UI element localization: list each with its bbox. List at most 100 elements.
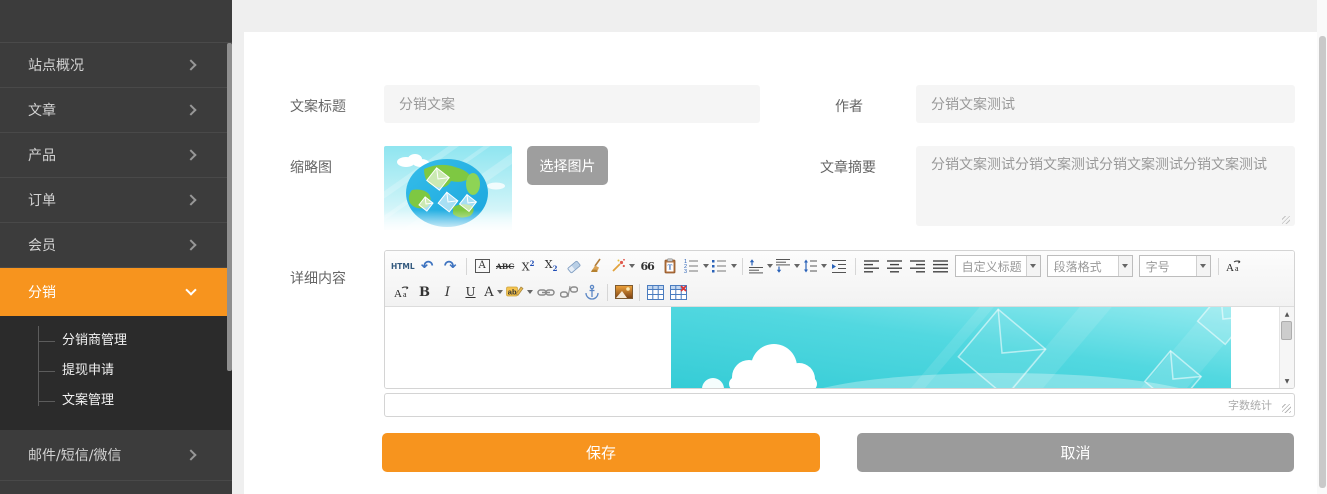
line-height-icon[interactable] [802, 255, 827, 277]
toolbar-separator [855, 258, 856, 275]
custom-title-select-label: 自定义标题 [956, 258, 1026, 275]
highlight-icon[interactable]: ab [506, 281, 533, 303]
strikethrough-icon[interactable]: ABC [495, 255, 516, 277]
bold-icon[interactable]: B [414, 281, 435, 303]
subscript-icon[interactable]: X2 [541, 255, 562, 277]
custom-title-select[interactable]: 自定义标题 [955, 255, 1041, 277]
editor-scrollbar[interactable]: ▲ ▼ [1279, 307, 1294, 388]
toolbar-separator [466, 258, 467, 275]
cancel-button[interactable]: 取消 [857, 433, 1294, 472]
letter-case-2-icon[interactable]: Aa [391, 281, 412, 303]
chevron-down-icon [794, 264, 800, 268]
undo-icon[interactable]: ↶ [417, 255, 438, 277]
sidebar-scrollbar-thumb[interactable] [227, 43, 232, 371]
summary-textarea[interactable]: 分销文案测试分销文案测试分销文案测试分销文案测试 [916, 146, 1295, 226]
toolbar-row-2: AaBIUAab [390, 279, 1289, 305]
sidebar-item-articles[interactable]: 文章 [0, 88, 232, 133]
chevron-right-icon [185, 449, 196, 460]
svg-text:T: T [668, 264, 673, 272]
paste-text-icon[interactable]: T [660, 255, 681, 277]
underline-icon[interactable]: U [460, 281, 481, 303]
paragraph-space-top-icon[interactable] [748, 255, 773, 277]
sidebar-submenu: 分销商管理提现申请文案管理 [0, 316, 232, 430]
svg-text:A: A [394, 288, 402, 300]
content-banner-image [671, 307, 1231, 388]
align-right-icon[interactable] [907, 255, 928, 277]
paragraph-space-bottom-icon[interactable] [775, 255, 800, 277]
sidebar-item-orders[interactable]: 订单 [0, 178, 232, 223]
link-icon[interactable] [535, 281, 556, 303]
chevron-down-icon [703, 264, 709, 268]
html-source-icon[interactable]: HTML [391, 255, 415, 277]
insert-image-icon[interactable] [613, 281, 634, 303]
editor-resize-grip[interactable] [1282, 404, 1291, 413]
editor-content-area[interactable]: ▲ ▼ [385, 307, 1294, 388]
sidebar-item-distribution[interactable]: 分销 [0, 268, 232, 316]
thumbnail-label: 缩略图 [290, 157, 332, 177]
scroll-down-icon[interactable]: ▼ [1280, 375, 1294, 387]
save-button[interactable]: 保存 [382, 433, 820, 472]
toolbar-separator [1218, 258, 1219, 275]
sidebar-item-products[interactable]: 产品 [0, 133, 232, 178]
toolbar-separator [639, 284, 640, 301]
format-clear-icon[interactable] [564, 255, 585, 277]
ordered-list-icon[interactable]: 123 [683, 255, 709, 277]
choose-image-button[interactable]: 选择图片 [527, 146, 608, 185]
sidebar-item-label: 文章 [28, 100, 56, 120]
anchor-icon[interactable] [581, 281, 602, 303]
sidebar-item-site-overview[interactable]: 站点概况 [0, 43, 232, 88]
paragraph-format-select[interactable]: 段落格式 [1047, 255, 1133, 277]
chevron-down-icon[interactable] [1118, 256, 1132, 276]
author-label: 作者 [835, 96, 863, 116]
sidebar-item-label: 产品 [28, 145, 56, 165]
chevron-right-icon [185, 239, 196, 250]
chevron-down-icon[interactable] [1026, 256, 1040, 276]
font-border-icon[interactable]: A [472, 255, 493, 277]
summary-label: 文章摘要 [820, 157, 876, 177]
toolbar-row-1: HTML↶↷AABCX2X266T123自定义标题段落格式字号Aa [390, 253, 1289, 279]
italic-icon[interactable]: I [437, 281, 458, 303]
title-input[interactable] [384, 85, 760, 123]
align-center-icon[interactable] [884, 255, 905, 277]
letter-case-icon[interactable]: Aa [1224, 255, 1245, 277]
sidebar-item-label: 站点概况 [28, 55, 84, 75]
toolbar-separator [607, 284, 608, 301]
page-scrollbar-thumb[interactable] [1319, 36, 1326, 488]
author-input[interactable] [916, 85, 1295, 123]
chevron-down-icon [731, 264, 737, 268]
word-count-bar: 字数统计 [384, 393, 1295, 417]
unlink-icon[interactable] [558, 281, 579, 303]
font-size-select[interactable]: 字号 [1139, 255, 1211, 277]
sidebar-item-label: 分销 [28, 282, 56, 302]
sidebar-subitem-distributor-management[interactable]: 分销商管理 [0, 326, 232, 356]
chevron-down-icon [629, 264, 635, 268]
sidebar-subitem-withdrawal-request[interactable]: 提现申请 [0, 356, 232, 386]
svg-text:A: A [1226, 262, 1234, 274]
summary-resize-grip[interactable] [1282, 216, 1290, 224]
svg-text:a: a [1235, 264, 1239, 273]
scroll-up-icon[interactable]: ▲ [1280, 308, 1294, 320]
editor-toolbar: HTML↶↷AABCX2X266T123自定义标题段落格式字号Aa AaBIUA… [385, 251, 1294, 307]
sidebar-subitem-copywriting-management[interactable]: 文案管理 [0, 386, 232, 416]
chevron-down-icon [185, 284, 196, 295]
sidebar-item-mail-sms-wechat[interactable]: 邮件/短信/微信 [0, 430, 232, 481]
insert-table-icon[interactable] [645, 281, 666, 303]
rich-text-editor: HTML↶↷AABCX2X266T123自定义标题段落格式字号Aa AaBIUA… [384, 250, 1295, 389]
editor-scrollbar-thumb[interactable] [1281, 321, 1292, 340]
chevron-down-icon[interactable] [1196, 256, 1210, 276]
page-scrollbar[interactable] [1317, 0, 1327, 494]
format-brush-icon[interactable] [587, 255, 608, 277]
svg-text:ab: ab [508, 288, 517, 297]
redo-icon[interactable]: ↷ [440, 255, 461, 277]
align-justify-icon[interactable] [930, 255, 951, 277]
blockquote-icon[interactable]: 66 [637, 255, 658, 277]
auto-typeset-icon[interactable] [610, 255, 635, 277]
delete-table-icon[interactable] [668, 281, 689, 303]
unordered-list-icon[interactable] [711, 255, 737, 277]
sidebar-item-members[interactable]: 会员 [0, 223, 232, 268]
font-color-icon[interactable]: A [483, 281, 504, 303]
paragraph-format-select-label: 段落格式 [1048, 258, 1106, 275]
align-left-icon[interactable] [861, 255, 882, 277]
indent-icon[interactable] [829, 255, 850, 277]
superscript-icon[interactable]: X2 [518, 255, 539, 277]
